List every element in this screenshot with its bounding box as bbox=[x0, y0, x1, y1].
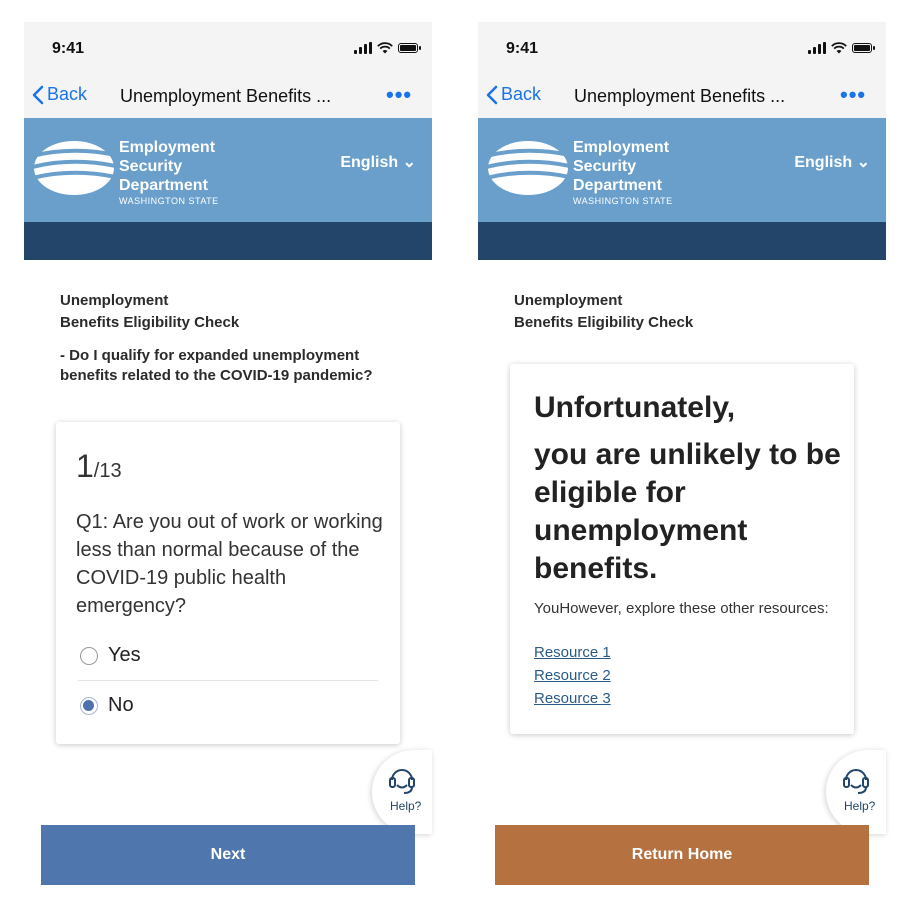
result-heading: Unfortunately, bbox=[534, 391, 736, 424]
battery-icon bbox=[852, 43, 875, 53]
page-title-line2: Benefits Eligibility Check bbox=[514, 314, 694, 331]
esd-logo-icon[interactable] bbox=[486, 140, 570, 196]
site-header: Employment Security Department WASHINGTO… bbox=[24, 118, 432, 222]
phone-screen-result: 9:41 Back Unemployment Benefits ... ••• … bbox=[478, 22, 886, 902]
headset-icon bbox=[843, 769, 869, 794]
status-icons bbox=[808, 40, 875, 56]
chevron-left-icon bbox=[486, 85, 498, 104]
option-label: Yes bbox=[108, 644, 141, 666]
next-button[interactable]: Next bbox=[41, 825, 415, 885]
progress-current: 1 bbox=[76, 448, 94, 484]
option-label: No bbox=[108, 694, 134, 716]
option-yes[interactable]: Yes bbox=[80, 644, 141, 667]
page-title: Unemployment Benefits Eligibility Check bbox=[514, 290, 844, 334]
more-options-button[interactable]: ••• bbox=[386, 82, 412, 108]
return-home-button[interactable]: Return Home bbox=[495, 825, 869, 885]
help-label: Help? bbox=[390, 799, 422, 813]
logo-line-department: Department bbox=[119, 177, 208, 194]
signal-icon bbox=[354, 42, 372, 54]
question-progress: 1/13 bbox=[76, 446, 122, 491]
language-selector[interactable]: English ⌄ bbox=[794, 152, 870, 172]
back-button[interactable]: Back bbox=[32, 84, 87, 105]
page-title-line1: Unemployment bbox=[514, 292, 623, 309]
wifi-icon bbox=[831, 42, 847, 54]
nav-title: Unemployment Benefits ... bbox=[574, 86, 786, 106]
result-body: YouHowever, explore these other resource… bbox=[534, 600, 829, 617]
option-no[interactable]: No bbox=[80, 694, 134, 717]
logo-line-employment: Employment bbox=[573, 139, 670, 156]
top-chrome: 9:41 Back Unemployment Benefits ... ••• bbox=[478, 22, 886, 118]
top-chrome: 9:41 Back Unemployment Benefits ... ••• bbox=[24, 22, 432, 118]
logo-text: Employment Security Department WASHINGTO… bbox=[119, 138, 219, 207]
page-subtitle: - Do I qualify for expanded unemployment… bbox=[60, 347, 373, 384]
site-header: Employment Security Department WASHINGTO… bbox=[478, 118, 886, 222]
page-title-line1: Unemployment bbox=[60, 292, 169, 309]
resource-link-2[interactable]: Resource 2 bbox=[534, 667, 611, 684]
status-time: 9:41 bbox=[52, 40, 85, 57]
question-card: 1/13 Q1: Are you out of work or working … bbox=[56, 422, 400, 744]
logo-line-employment: Employment bbox=[119, 139, 216, 156]
status-icons bbox=[354, 40, 421, 56]
language-selector[interactable]: English ⌄ bbox=[340, 152, 416, 172]
nav-title: Unemployment Benefits ... bbox=[120, 86, 332, 106]
logo-line-security: Security bbox=[573, 158, 637, 175]
progress-total: /13 bbox=[93, 460, 122, 482]
help-button[interactable]: Help? bbox=[372, 750, 432, 834]
status-time: 9:41 bbox=[506, 40, 539, 57]
help-label: Help? bbox=[844, 799, 876, 813]
more-options-button[interactable]: ••• bbox=[840, 82, 866, 108]
logo-line-state: WASHINGTON STATE bbox=[573, 196, 673, 206]
resource-link-1[interactable]: Resource 1 bbox=[534, 644, 611, 661]
logo-text: Employment Security Department WASHINGTO… bbox=[573, 138, 673, 207]
page-title: Unemployment Benefits Eligibility Check bbox=[60, 290, 390, 334]
logo-line-security: Security bbox=[119, 158, 183, 175]
resource-link-3[interactable]: Resource 3 bbox=[534, 690, 611, 707]
battery-icon bbox=[398, 43, 421, 53]
back-label: Back bbox=[47, 84, 88, 104]
logo-line-state: WASHINGTON STATE bbox=[119, 196, 219, 206]
esd-logo-icon[interactable] bbox=[32, 140, 116, 196]
chevron-left-icon bbox=[32, 85, 44, 104]
question-text: Q1: Are you out of work or working less … bbox=[76, 511, 383, 617]
signal-icon bbox=[808, 42, 826, 54]
help-button[interactable]: Help? bbox=[826, 750, 886, 834]
radio-selected[interactable] bbox=[80, 696, 98, 715]
header-band bbox=[24, 222, 432, 260]
page-title-line2: Benefits Eligibility Check bbox=[60, 314, 240, 331]
radio-unselected[interactable] bbox=[80, 646, 98, 665]
header-band bbox=[478, 222, 886, 260]
option-divider bbox=[78, 680, 378, 681]
result-message: you are unlikely to be eligible for unem… bbox=[534, 438, 841, 585]
logo-line-department: Department bbox=[573, 177, 662, 194]
back-label: Back bbox=[501, 84, 542, 104]
back-button[interactable]: Back bbox=[486, 84, 541, 105]
result-card: Unfortunately, you are unlikely to be el… bbox=[510, 364, 854, 734]
headset-icon bbox=[389, 769, 415, 794]
wifi-icon bbox=[377, 42, 393, 54]
phone-screen-question: 9:41 Back Unemployment Benefits ... ••• … bbox=[24, 22, 432, 902]
